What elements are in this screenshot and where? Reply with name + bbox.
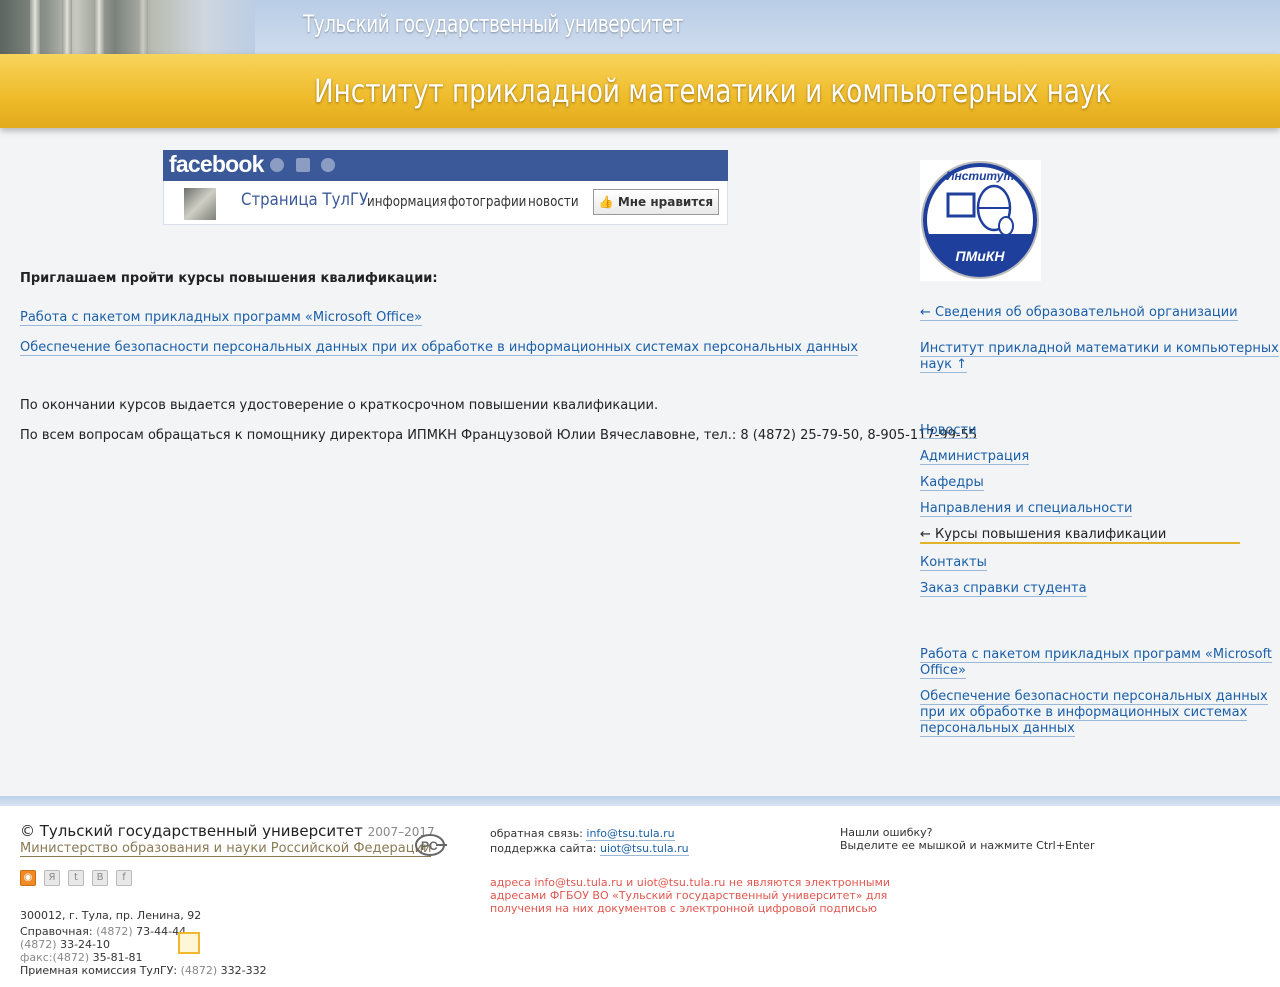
counter-badge-icon[interactable] xyxy=(178,932,200,954)
intro-text: Приглашаем пройти курсы повышения квалиф… xyxy=(20,271,438,286)
course-link-security[interactable]: Обеспечение безопасности персональных да… xyxy=(20,340,859,356)
university-title[interactable]: Тульский государственный университет xyxy=(303,10,683,38)
support-label: поддержка сайта: xyxy=(490,842,597,855)
rss-icon[interactable]: ◉ xyxy=(20,870,36,886)
institute-title: Институт прикладной математики и компьют… xyxy=(314,72,1112,110)
top-strip: Тульский государственный университет xyxy=(0,0,1280,54)
feedback-label: обратная связь: xyxy=(490,827,583,840)
email-warning-line3: получения на них документов с электронно… xyxy=(490,902,877,915)
institute-logo[interactable]: Институт ПМиКН xyxy=(920,160,1041,281)
rst-cert-icon: PC xyxy=(414,832,448,862)
facebook-logo[interactable]: facebook xyxy=(169,151,264,178)
tab-news[interactable]: новости xyxy=(528,194,579,210)
reference-label: Справочная: xyxy=(20,925,93,938)
admission-code: (4872) xyxy=(180,964,218,977)
reference2-number: 33-24-10 xyxy=(60,938,111,951)
support-email[interactable]: uiot@tsu.tula.ru xyxy=(599,842,689,856)
yandex-icon[interactable]: Я xyxy=(44,870,60,886)
facebook-page-name[interactable]: Страница ТулГУ xyxy=(241,190,368,210)
sub-link-security-line1[interactable]: Обеспечение безопасности персональных да… xyxy=(920,689,1268,705)
contact-note: По всем вопросам обращаться к помощнику … xyxy=(20,428,978,443)
parent-link-line1[interactable]: Институт прикладной математики и компьют… xyxy=(920,341,1279,357)
page-thumbnail[interactable] xyxy=(184,188,216,220)
thumbs-up-icon: 👍 xyxy=(598,195,614,209)
twitter-icon[interactable]: t xyxy=(68,870,84,886)
sidebar-item-certificate[interactable]: Заказ справки студента xyxy=(920,581,1087,597)
copyright: © Тульский государственный университет xyxy=(20,822,363,840)
footer-divider xyxy=(0,796,1280,806)
sub-link-security-line2[interactable]: при их обработке в информационных систем… xyxy=(920,705,1248,721)
facebook-bar: facebook xyxy=(163,150,728,181)
friends-icon[interactable] xyxy=(270,158,284,172)
sidebar-item-news[interactable]: Новости xyxy=(920,423,977,439)
sidebar-item-departments[interactable]: Кафедры xyxy=(920,475,984,491)
logo-bottom-text: ПМиКН xyxy=(956,248,1006,264)
facebook-widget: facebook Страница ТулГУ информация фотог… xyxy=(163,150,728,225)
reference-code: (4872) xyxy=(96,925,133,938)
email-warning-line2: адресами ФГБОУ ВО «Тульский государствен… xyxy=(490,889,888,902)
admission-label: Приемная комиссия ТулГУ: xyxy=(20,964,178,977)
fax-label: факс:(4872) xyxy=(20,951,90,964)
parent-link-line2[interactable]: наук ↑ xyxy=(920,357,968,373)
course-link-office[interactable]: Работа с пакетом прикладных программ «Mi… xyxy=(20,310,423,326)
vk-icon[interactable]: В xyxy=(92,870,108,886)
admission-number: 332-332 xyxy=(220,964,267,977)
like-label: Мне нравится xyxy=(617,195,714,209)
tab-info[interactable]: информация xyxy=(367,194,447,210)
building-photo xyxy=(0,0,255,54)
sub-link-security-line3[interactable]: персональных данных xyxy=(920,721,1075,737)
messages-icon[interactable] xyxy=(296,158,310,172)
sub-link-office-line2[interactable]: Office» xyxy=(920,663,966,679)
svg-text:PC: PC xyxy=(421,839,438,853)
facebook-icon[interactable]: f xyxy=(116,870,132,886)
globe-icon[interactable] xyxy=(321,158,335,172)
like-button[interactable]: 👍 Мне нравится xyxy=(593,189,719,215)
logo-top-text: Институт xyxy=(946,169,1015,183)
sidebar-item-courses[interactable]: ← Курсы повышения квалификации xyxy=(920,527,1166,543)
error-hint: Выделите ее мышкой и нажмите Ctrl+Enter xyxy=(840,839,1095,852)
sidebar-item-specialties[interactable]: Направления и специальности xyxy=(920,501,1133,517)
certificate-note: По окончании курсов выдается удостоверен… xyxy=(20,398,659,413)
fax-number: 35-81-81 xyxy=(92,951,143,964)
back-link-info[interactable]: ← Сведения об образовательной организаци… xyxy=(920,305,1238,321)
tab-photos[interactable]: фотографии xyxy=(448,194,526,210)
sidebar-item-contacts[interactable]: Контакты xyxy=(920,555,987,571)
sidebar-item-administration[interactable]: Администрация xyxy=(920,449,1030,465)
facebook-page-row: Страница ТулГУ информация фотографии нов… xyxy=(163,181,728,225)
feedback-email[interactable]: info@tsu.tula.ru xyxy=(586,827,675,841)
email-warning-line1: адреса info@tsu.tula.ru и uiot@tsu.tula.… xyxy=(490,876,891,889)
error-title: Нашли ошибку? xyxy=(840,826,933,839)
ministry-link[interactable]: Министерство образования и науки Российс… xyxy=(20,841,432,857)
reference2-code: (4872) xyxy=(20,938,57,951)
sub-link-office-line1[interactable]: Работа с пакетом прикладных программ «Mi… xyxy=(920,647,1273,663)
address: 300012, г. Тула, пр. Ленина, 92 xyxy=(20,909,202,922)
